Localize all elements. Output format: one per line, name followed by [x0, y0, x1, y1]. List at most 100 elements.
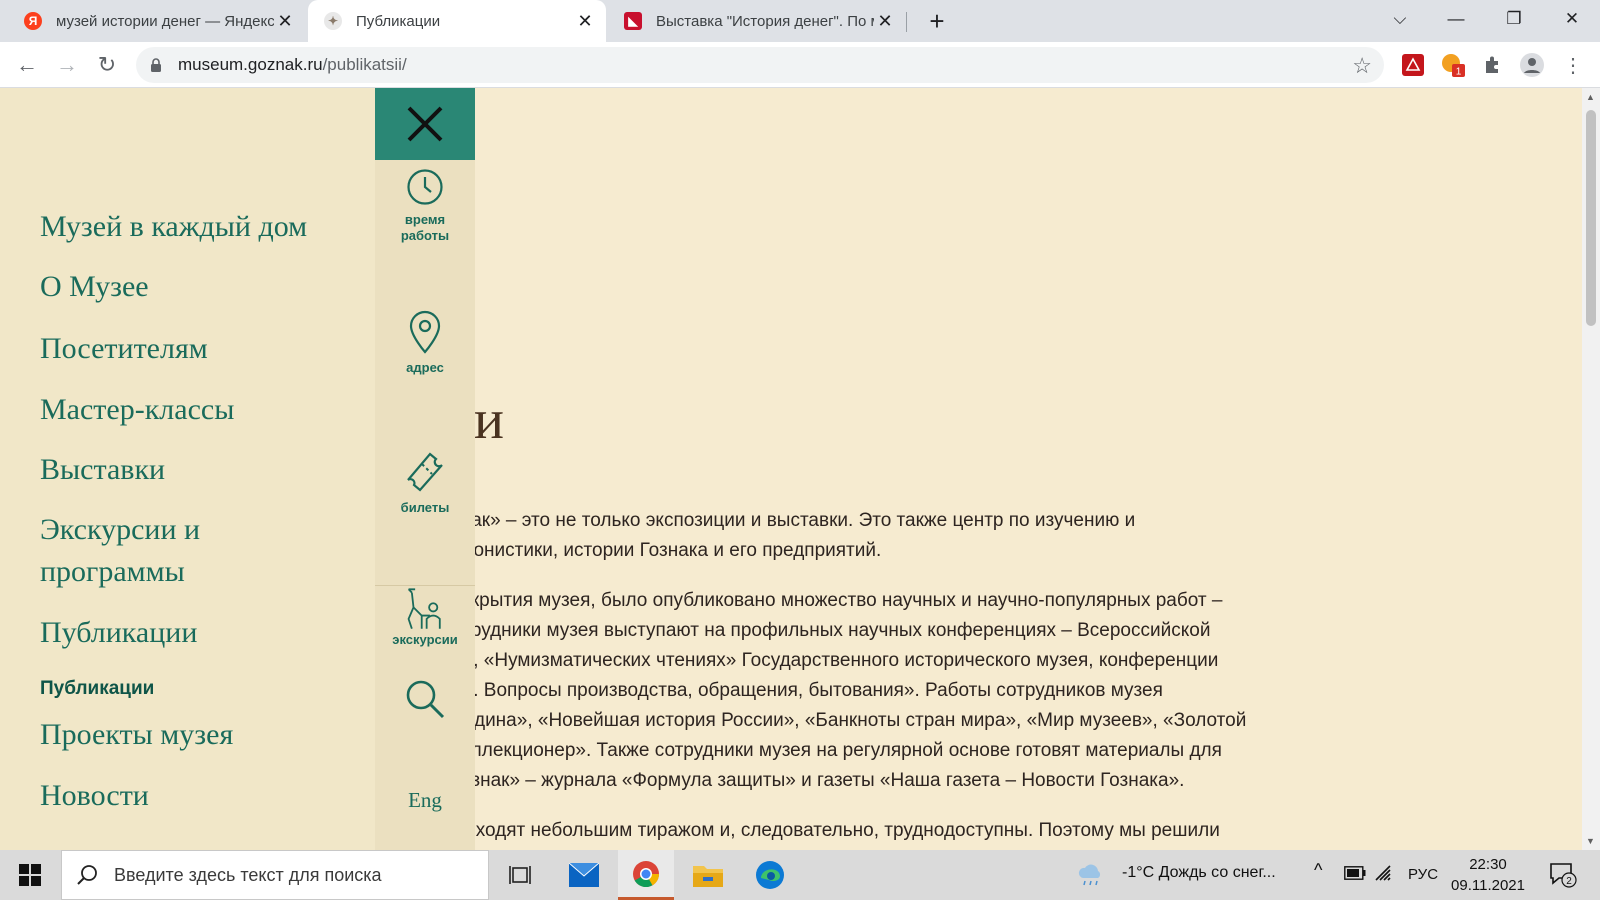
new-tab-button[interactable]: + [922, 6, 952, 37]
text-line: Родина», «Новейшая история России», «Бан… [452, 710, 1247, 731]
profile-avatar-icon[interactable] [1519, 52, 1545, 78]
hours-button[interactable]: время работы [375, 168, 475, 244]
battery-icon[interactable] [1344, 866, 1366, 885]
network-icon[interactable] [1374, 864, 1394, 887]
search-icon [406, 680, 445, 719]
scroll-down-icon[interactable]: ▼ [1586, 836, 1595, 846]
minimize-button[interactable]: — [1428, 0, 1484, 38]
chrome-icon [633, 860, 660, 887]
chrome-app[interactable] [618, 850, 674, 900]
hours-label: время работы [401, 212, 449, 244]
clock-icon [407, 169, 443, 205]
menu-item-about[interactable]: О Музее [40, 266, 149, 307]
close-menu-button[interactable] [375, 88, 475, 160]
browser-menu-icon[interactable]: ⋮ [1560, 52, 1586, 78]
text-line: коллекционер». Также сотрудники музея на… [452, 740, 1222, 761]
menu-item-projects[interactable]: Проекты музея [40, 714, 233, 755]
url-text: museum.goznak.ru/publikatsii/ [178, 55, 407, 75]
notifications-button[interactable]: 2 [1538, 850, 1588, 900]
tab-strip: Я музей истории денег — Яндекс ✕ ✦ Публи… [0, 0, 1600, 42]
close-tab-icon[interactable]: ✕ [574, 11, 596, 32]
mail-app[interactable] [556, 850, 612, 900]
close-tab-icon[interactable]: ✕ [274, 11, 296, 32]
close-tab-icon[interactable]: ✕ [874, 11, 896, 32]
task-view-button[interactable] [492, 850, 548, 900]
tab-search-icon[interactable]: ⌵ [1372, 0, 1428, 38]
notification-count: 2 [1566, 876, 1572, 887]
tickets-button[interactable]: билеты [375, 450, 475, 516]
extensions-puzzle-icon[interactable] [1480, 52, 1506, 78]
yandex-icon: Я [24, 12, 42, 30]
web-page: ии знак» – это не только экспозиции и вы… [0, 88, 1582, 850]
forward-button[interactable]: → [52, 50, 82, 80]
edge-app[interactable] [742, 850, 798, 900]
text-line: знак» – это не только экспозиции и выста… [452, 510, 1136, 531]
tab-publications[interactable]: ✦ Публикации ✕ [308, 0, 606, 42]
search-button[interactable] [375, 678, 475, 720]
taskbar-search[interactable]: Введите здесь текст для поиска [61, 850, 489, 900]
scroll-thumb[interactable] [1586, 110, 1596, 326]
text-line: , бонистики, истории Гознака и его предп… [452, 540, 882, 561]
tickets-label: билеты [400, 500, 450, 515]
menu-item-excursions[interactable]: Экскурсии и [40, 509, 200, 550]
edge-icon [756, 861, 784, 889]
clock-time: 22:30 [1469, 856, 1507, 873]
submenu-item-publications[interactable]: Публикации [40, 678, 154, 700]
close-window-button[interactable]: ✕ [1544, 0, 1600, 38]
reload-button[interactable]: ↻ [92, 50, 122, 80]
menu-item-museum-home[interactable]: Музей в каждый дом [40, 206, 307, 247]
explorer-app[interactable] [680, 850, 736, 900]
text-line: открытия музея, было опубликовано множес… [452, 590, 1223, 611]
menu-item-masterclasses[interactable]: Мастер-классы [40, 389, 234, 430]
paragraph: знак» – это не только экспозиции и выста… [452, 506, 1352, 566]
address-bar[interactable]: museum.goznak.ru/publikatsii/ ☆ [136, 47, 1384, 83]
map-pin-icon [409, 310, 441, 354]
notification-icon: 2 [1550, 863, 1577, 888]
menu-item-excursions-line2[interactable]: программы [40, 551, 185, 592]
ticket-icon [407, 452, 443, 492]
address-label: адрес [406, 360, 444, 375]
input-language[interactable]: РУС [1408, 866, 1438, 883]
wifi-svg [1375, 865, 1391, 881]
start-button[interactable] [0, 850, 60, 900]
extension-badge: 1 [1456, 67, 1462, 78]
windows-icon [19, 864, 41, 886]
menu-item-news[interactable]: Новости [40, 775, 149, 816]
tab-yandex[interactable]: Я музей истории денег — Яндекс ✕ [8, 0, 306, 42]
browser-toolbar: ← → ↻ museum.goznak.ru/publikatsii/ ☆ 1 … [0, 42, 1600, 88]
tab-exhibition[interactable]: ◣ Выставка "История денег". По м ✕ [608, 0, 906, 42]
lock-icon [150, 57, 164, 73]
weather-text[interactable]: -1°C Дождь со снег... [1122, 864, 1276, 882]
menu-item-visitors[interactable]: Посетителям [40, 328, 208, 369]
bookmark-star-icon[interactable]: ☆ [1352, 53, 1372, 79]
language-switch[interactable]: Eng [375, 788, 475, 813]
menu-item-publications[interactable]: Публикации [40, 612, 197, 653]
hours-label-line2: работы [400, 228, 450, 243]
address-button[interactable]: адрес [375, 310, 475, 376]
back-button[interactable]: ← [12, 50, 42, 80]
system-clock[interactable]: 22:30 09.11.2021 [1446, 854, 1530, 896]
scroll-up-icon[interactable]: ▲ [1586, 92, 1595, 102]
hours-label-line1: время [404, 212, 446, 227]
weather-widget[interactable] [1070, 850, 1110, 900]
pdf-extension-icon[interactable] [1400, 52, 1426, 78]
article-text: знак» – это не только экспозиции и выста… [452, 506, 1352, 850]
museum-icon: ◣ [624, 12, 642, 30]
restore-button[interactable]: ❐ [1486, 0, 1542, 38]
paragraph: открытия музея, было опубликовано множес… [452, 586, 1352, 796]
page-scrollbar[interactable]: ▲ ▼ [1582, 88, 1600, 850]
clock-date: 09.11.2021 [1451, 877, 1525, 894]
windows-taskbar: Введите здесь текст для поиска -1°C Дожд… [0, 850, 1600, 900]
guide-icon [407, 588, 441, 630]
tab-title: музей истории денег — Яндекс [56, 12, 274, 30]
url-path: /publikatsii/ [322, 55, 407, 74]
menu-item-exhibitions[interactable]: Выставки [40, 449, 165, 490]
icon-rail: время работы адрес билеты экскурсии Eng [375, 88, 475, 850]
tab-title: Выставка "История денег". По м [656, 12, 874, 30]
excursions-button[interactable]: экскурсии [375, 586, 475, 648]
tray-expand-icon[interactable]: ^ [1314, 860, 1322, 881]
excursions-label: экскурсии [392, 632, 458, 647]
text-line: Гознак» – журнала «Формула защиты» и газ… [452, 770, 1185, 791]
tab-separator [906, 12, 907, 32]
extension-notify-icon[interactable]: 1 [1440, 52, 1466, 78]
